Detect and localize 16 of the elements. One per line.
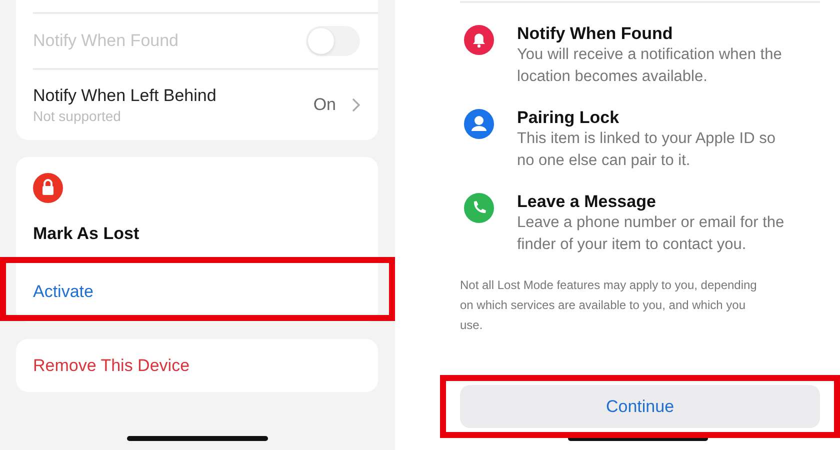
feature-title: Notify When Found bbox=[517, 23, 674, 44]
setting-value: On bbox=[313, 94, 336, 116]
setting-label: Notify When Left Behind bbox=[33, 85, 216, 107]
continue-button[interactable]: Continue bbox=[460, 385, 820, 428]
feature-description: This item is linked to your Apple ID so no one else can pair to it. bbox=[517, 129, 776, 171]
feature-title: Pairing Lock bbox=[517, 107, 620, 128]
feature-description: Leave a phone number or email for the finder of your item to contact you. bbox=[517, 213, 786, 255]
feature-description: You will receive a notification when the location becomes available. bbox=[517, 45, 783, 87]
activate-link[interactable]: Activate bbox=[33, 279, 94, 305]
feature-title: Leave a Message bbox=[517, 191, 657, 212]
chevron-icon[interactable] bbox=[352, 98, 360, 112]
setting-subtitle: Not supported bbox=[33, 107, 122, 125]
setting-label: Notify When Found bbox=[33, 30, 179, 52]
card-title: Mark As Lost bbox=[32, 223, 140, 245]
lock-icon bbox=[33, 173, 63, 203]
footnote-text: Not all Lost Mode features may apply to you, depending on which services are available to you, and which you use. bbox=[460, 277, 758, 334]
